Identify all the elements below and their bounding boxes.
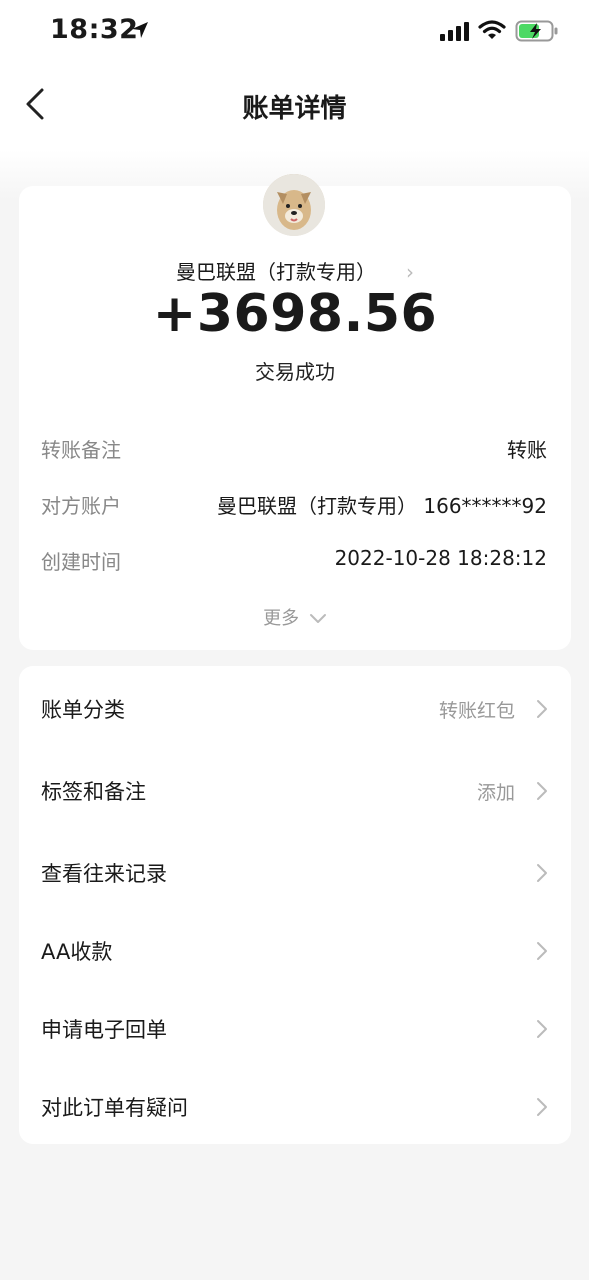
- transaction-card: 曼巴联盟（打款专用） › +3698.56 交易成功 转账备注 转账 对方账户 曼…: [19, 174, 571, 650]
- payee-avatar[interactable]: [263, 174, 325, 236]
- payee-name-link[interactable]: 曼巴联盟（打款专用） ›: [19, 256, 571, 285]
- battery-charging-icon: [515, 20, 558, 42]
- detail-value: 曼巴联盟（打款专用） 166******92: [217, 494, 547, 518]
- chevron-right-icon: ›: [406, 260, 414, 284]
- list-item-label: 标签和备注: [41, 780, 146, 804]
- page-title: 账单详情: [242, 94, 347, 124]
- detail-value: 转账: [507, 438, 547, 462]
- chevron-right-icon: [537, 1020, 547, 1038]
- list-item-label: 对此订单有疑问: [41, 1096, 188, 1120]
- wifi-icon: [478, 20, 506, 39]
- status-bar: 18:32: [0, 0, 589, 62]
- cellular-signal-icon: [440, 22, 469, 41]
- chevron-right-icon: [537, 700, 547, 718]
- detail-label: 转账备注: [41, 438, 121, 462]
- list-item-e-receipt[interactable]: 申请电子回单: [19, 988, 571, 1066]
- detail-value: 2022-10-28 18:28:12: [334, 546, 547, 570]
- list-item-aa-collect[interactable]: AA收款: [19, 910, 571, 988]
- list-item-order-question[interactable]: 对此订单有疑问: [19, 1066, 571, 1144]
- status-time: 18:32: [50, 14, 139, 45]
- list-item-view-history[interactable]: 查看往来记录: [19, 832, 571, 910]
- detail-row-counterparty: 对方账户 曼巴联盟（打款专用） 166******92: [41, 490, 547, 520]
- transaction-amount: +3698.56: [152, 284, 438, 344]
- chevron-right-icon: [537, 864, 547, 882]
- list-item-label: 账单分类: [41, 698, 125, 722]
- list-item-bill-category[interactable]: 账单分类 转账红包: [19, 668, 571, 746]
- list-item-value: 转账红包: [438, 700, 515, 722]
- detail-label: 对方账户: [41, 494, 121, 518]
- location-arrow-icon: [132, 22, 148, 38]
- chevron-down-icon: [309, 614, 326, 623]
- transaction-status: 交易成功: [255, 360, 335, 384]
- dog-avatar-icon: [263, 174, 325, 236]
- bill-detail-page: 18:32 账单详情 曼巴联盟（打款专用） › +3698.56 交易成功 转账…: [0, 0, 589, 1280]
- actions-list-card: 账单分类 转账红包 标签和备注 添加 查看往来记录 AA收款 申请电子回单 对此…: [19, 666, 571, 1144]
- more-toggle-button[interactable]: 更多: [19, 604, 571, 630]
- more-label: 更多: [263, 608, 300, 629]
- chevron-right-icon: [537, 942, 547, 960]
- list-item-tags-notes[interactable]: 标签和备注 添加: [19, 750, 571, 828]
- detail-row-created-time: 创建时间 2022-10-28 18:28:12: [41, 546, 547, 576]
- list-item-label: AA收款: [41, 940, 113, 964]
- detail-row-remark: 转账备注 转账: [41, 434, 547, 464]
- chevron-right-icon: [537, 1098, 547, 1116]
- chevron-right-icon: [537, 782, 547, 800]
- list-item-value: 添加: [476, 782, 515, 804]
- list-item-label: 申请电子回单: [41, 1018, 167, 1042]
- list-item-label: 查看往来记录: [41, 862, 167, 886]
- payee-name: 曼巴联盟（打款专用）: [176, 260, 376, 284]
- navigation-bar: 账单详情: [0, 62, 589, 146]
- detail-label: 创建时间: [41, 550, 121, 574]
